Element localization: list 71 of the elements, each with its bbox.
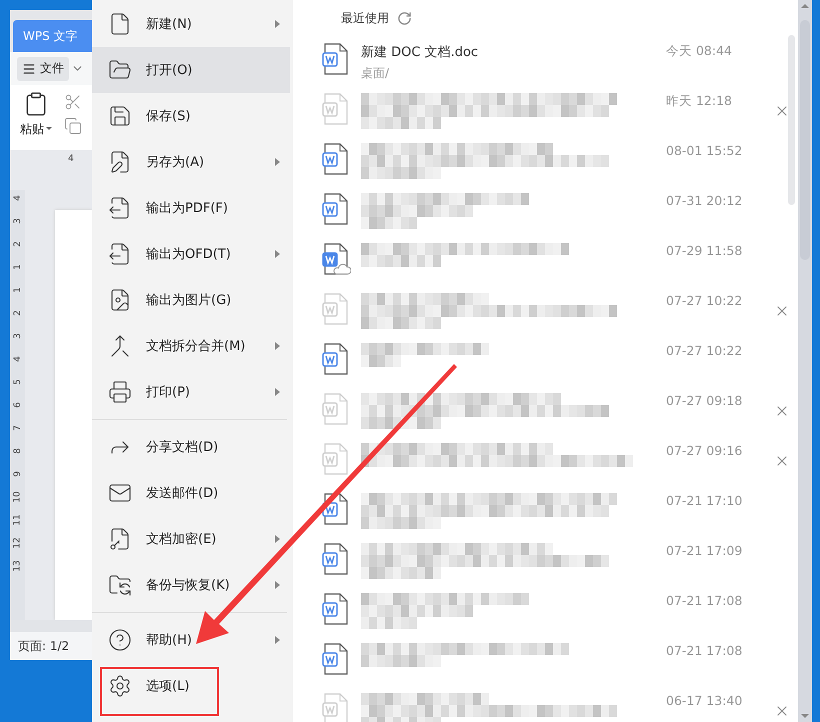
printer-icon	[108, 380, 132, 404]
menu-item[interactable]: 新建(N)	[92, 1, 290, 47]
file-time: 07-27 10:22	[666, 293, 744, 308]
refresh-icon[interactable]	[397, 11, 412, 26]
recent-file-row[interactable]: 新建 DOC 文档.doc 桌面/ 今天 08:44	[293, 37, 798, 87]
help-icon	[108, 628, 132, 652]
scroll-up-icon[interactable]	[801, 4, 809, 8]
ruler-number: 2	[12, 310, 24, 316]
file-time: 08-01 15:52	[666, 143, 744, 158]
file-time: 07-21 17:08	[666, 593, 744, 608]
ruler-number: 9	[12, 471, 24, 477]
scrollbar[interactable]	[798, 0, 812, 722]
page-count: 页面: 1/2	[18, 638, 70, 654]
submenu-arrow-icon	[275, 250, 280, 258]
ruler-number: 3	[12, 218, 24, 224]
ruler-number: 1	[12, 287, 24, 293]
file-time: 07-31 20:12	[666, 193, 744, 208]
file-time: 07-21 17:09	[666, 543, 744, 558]
scroll-thumb[interactable]	[788, 35, 795, 205]
menu-item[interactable]: 输出为OFD(T)	[92, 231, 290, 277]
ruler-number: 10	[12, 491, 24, 503]
file-time: 07-29 11:58	[666, 243, 744, 258]
scroll-down-icon[interactable]	[801, 714, 809, 718]
file-time: 今天 08:44	[666, 43, 733, 60]
submenu-arrow-icon	[275, 20, 280, 28]
settings-icon	[108, 674, 132, 698]
ruler-number: 2	[12, 241, 24, 247]
menu-item[interactable]: 发送邮件(D)	[92, 470, 290, 516]
submenu-arrow-icon	[275, 636, 280, 644]
ruler-number: 6	[12, 402, 24, 408]
submenu-arrow-icon	[275, 581, 280, 589]
menu-item[interactable]: 选项(L)	[92, 663, 290, 709]
ruler-number: 7	[12, 425, 24, 431]
menu-item[interactable]: 文档拆分合并(M)	[92, 323, 290, 369]
ruler-number: 4	[68, 154, 74, 164]
file-time: 07-21 17:08	[666, 643, 744, 658]
section-title: 最近使用	[341, 10, 389, 27]
ruler-number: 12	[12, 537, 24, 549]
ruler-number: 1	[12, 264, 24, 270]
menu-item[interactable]: 打开(O)	[92, 47, 290, 93]
file-name: 新建 DOC 文档.doc	[361, 44, 480, 61]
file-time: 昨天 12:18	[666, 93, 733, 110]
file-menu-button[interactable]: 文件	[17, 56, 69, 80]
copy-icon[interactable]	[64, 117, 82, 135]
menu-icon	[22, 62, 36, 76]
menu-item[interactable]: 输出为图片(G)	[92, 277, 290, 323]
menu-item[interactable]: 打印(P)	[92, 369, 290, 415]
file-path: 桌面/	[361, 65, 390, 82]
file-time: 07-27 10:22	[666, 343, 744, 358]
ruler-number: 4	[12, 195, 24, 201]
file-time: 06-17 13:40	[666, 693, 744, 708]
ruler-number: 4	[12, 356, 24, 362]
menu-item[interactable]: 保存(S)	[92, 93, 290, 139]
menu-item[interactable]: 输出为PDF(F)	[92, 185, 290, 231]
ruler-number: 11	[12, 514, 24, 526]
submenu-arrow-icon	[275, 388, 280, 396]
scissors-icon[interactable]	[64, 93, 82, 111]
file-time: 07-27 09:16	[666, 443, 744, 458]
file-time: 07-21 17:10	[666, 493, 744, 508]
horizontal-scrollbar[interactable]	[10, 620, 92, 632]
file-time: 07-27 09:18	[666, 393, 744, 408]
menu-item[interactable]: 另存为(A)	[92, 139, 290, 185]
ruler-number: 13	[12, 560, 24, 572]
ruler-number: 5	[12, 379, 24, 385]
folder-sync-icon	[108, 573, 132, 597]
menu-item[interactable]: 分享文档(D)	[92, 424, 290, 470]
ruler-number: 3	[12, 333, 24, 339]
submenu-arrow-icon	[275, 342, 280, 350]
save-icon	[108, 104, 132, 128]
submenu-arrow-icon	[275, 158, 280, 166]
ruler-number: 8	[12, 448, 24, 454]
